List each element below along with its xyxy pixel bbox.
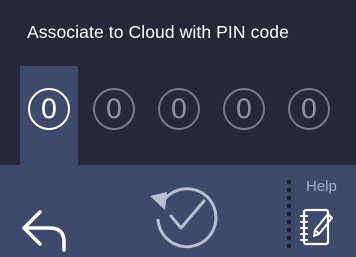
pin-digit-3[interactable]: 0 — [158, 88, 200, 130]
header-bar: Associate to Cloud with PIN code — [0, 0, 356, 66]
confirm-check-icon[interactable] — [146, 178, 222, 254]
help-label[interactable]: Help — [306, 178, 337, 195]
back-arrow-icon[interactable] — [18, 208, 70, 254]
dotted-separator — [286, 179, 292, 249]
pin-digit-2[interactable]: 0 — [93, 88, 135, 130]
page-title: Associate to Cloud with PIN code — [27, 22, 289, 42]
pin-digit-4[interactable]: 0 — [223, 88, 265, 130]
pin-digit-5[interactable]: 0 — [288, 88, 330, 130]
help-notepad-icon[interactable] — [298, 204, 338, 250]
pin-digit-1[interactable]: 0 — [28, 88, 70, 130]
